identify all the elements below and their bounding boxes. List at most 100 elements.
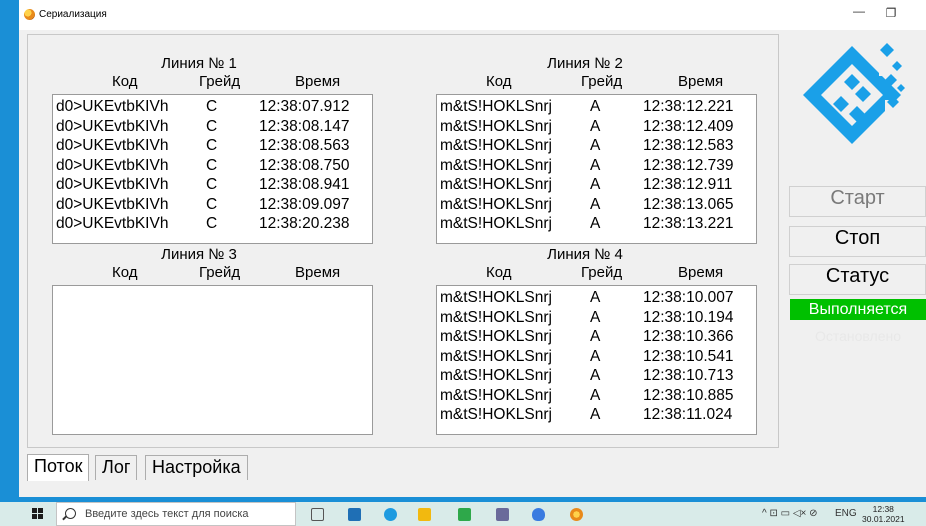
row-time: 12:38:08.147 (259, 117, 350, 135)
row-grade: C (206, 137, 218, 154)
line2-title: Линия № 2 (547, 55, 623, 72)
list-item[interactable]: m&tS!HOKLSnrj A 12:38:12.409 (437, 118, 756, 138)
tray-icons[interactable]: ^ ⊡ ▭ ◁× ⊘ (762, 508, 818, 519)
row-code: d0>UKEvtbKIVh (56, 195, 169, 213)
row-code: m&tS!HOKLSnrj (440, 117, 552, 135)
list-item[interactable]: m&tS!HOKLSnrj A 12:38:12.221 (437, 98, 756, 118)
row-time: 12:38:07.912 (259, 98, 350, 115)
list-item[interactable]: m&tS!HOKLSnrj A 12:38:12.911 (437, 176, 756, 196)
taskbar-clock[interactable]: 12:38 30.01.2021 (862, 504, 905, 524)
app-window: Сериализация — ❐ Линия № 1 Код Грейд Вре… (19, 0, 926, 497)
row-grade: A (590, 328, 601, 345)
qt-creator-icon[interactable] (458, 508, 471, 521)
list-item[interactable]: d0>UKEvtbKIVh C 12:38:08.563 (53, 137, 372, 157)
row-grade: A (590, 156, 601, 174)
windows-start-icon[interactable] (32, 508, 44, 520)
task-view-icon[interactable] (311, 508, 324, 521)
window-title: Сериализация (39, 9, 107, 20)
serialization-app-icon[interactable] (570, 508, 583, 521)
list-item[interactable]: m&tS!HOKLSnrj A 12:38:12.583 (437, 137, 756, 157)
row-grade: A (590, 386, 601, 404)
list-item[interactable]: m&tS!HOKLSnrj A 12:38:10.366 (437, 328, 756, 348)
row-code: m&tS!HOKLSnrj (440, 176, 552, 193)
list-item[interactable]: m&tS!HOKLSnrj A 12:38:10.885 (437, 387, 756, 407)
list-item[interactable]: m&tS!HOKLSnrj A 12:38:10.194 (437, 309, 756, 329)
tab-stream[interactable]: Поток (27, 454, 90, 481)
list-item[interactable]: m&tS!HOKLSnrj A 12:38:10.007 (437, 289, 756, 309)
row-grade: C (206, 117, 218, 135)
list-item[interactable]: d0>UKEvtbKIVh C 12:38:20.238 (53, 215, 372, 235)
tab-settings[interactable]: Настройка (145, 455, 248, 480)
row-time: 12:38:08.941 (259, 176, 350, 193)
line1-col-time: Время (295, 73, 341, 90)
row-grade: C (206, 156, 218, 174)
row-time: 12:38:12.739 (643, 156, 734, 174)
row-grade: C (206, 98, 218, 115)
line1-col-code: Код (112, 73, 138, 90)
row-time: 12:38:11.024 (643, 406, 733, 423)
list-item[interactable]: m&tS!HOKLSnrj A 12:38:10.541 (437, 348, 756, 368)
line4-col-code: Код (486, 264, 512, 281)
row-code: d0>UKEvtbKIVh (56, 117, 169, 135)
list-item[interactable]: d0>UKEvtbKIVh C 12:38:08.750 (53, 157, 372, 177)
language-indicator[interactable]: ENG (835, 508, 857, 519)
list-item[interactable]: m&tS!HOKLSnrj A 12:38:12.739 (437, 157, 756, 177)
list-item[interactable]: d0>UKEvtbKIVh C 12:38:08.941 (53, 176, 372, 196)
line2-list[interactable]: m&tS!HOKLSnrj A 12:38:12.221 m&tS!HOKLSnrj A… (436, 94, 757, 244)
row-grade: C (206, 215, 218, 232)
clock-time: 12:38 (872, 504, 894, 514)
list-item[interactable]: d0>UKEvtbKIVh C 12:38:08.147 (53, 118, 372, 138)
row-code: d0>UKEvtbKIVh (56, 215, 169, 232)
minimize-button[interactable]: — (849, 4, 869, 18)
row-time: 12:38:10.713 (643, 367, 734, 384)
company-logo (803, 43, 905, 144)
row-grade: A (590, 406, 601, 423)
mail-icon[interactable] (348, 508, 361, 521)
search-icon (65, 508, 76, 519)
status-button[interactable]: Статус (789, 264, 926, 295)
list-item[interactable]: m&tS!HOKLSnrj A 12:38:10.713 (437, 367, 756, 387)
row-code: m&tS!HOKLSnrj (440, 137, 552, 154)
file-explorer-icon[interactable] (418, 508, 431, 521)
app-icon-drop[interactable] (532, 508, 545, 521)
stream-panel: Линия № 1 Код Грейд Время d0>UKEvtbKIVh C… (27, 34, 779, 448)
line1-col-grade: Грейд (199, 73, 241, 90)
maximize-button[interactable]: ❐ (881, 6, 901, 20)
row-time: 12:38:12.409 (643, 117, 734, 135)
row-time: 12:38:20.238 (259, 215, 350, 232)
row-code: d0>UKEvtbKIVh (56, 98, 169, 115)
row-grade: A (590, 308, 601, 326)
row-code: m&tS!HOKLSnrj (440, 367, 552, 384)
row-time: 12:38:12.583 (643, 137, 734, 154)
taskbar-search-input[interactable]: Введите здесь текст для поиска (56, 502, 296, 526)
row-time: 12:38:13.065 (643, 195, 734, 213)
line3-list[interactable] (52, 285, 373, 435)
line4-col-grade: Грейд (581, 264, 623, 281)
row-code: d0>UKEvtbKIVh (56, 137, 169, 154)
row-code: m&tS!HOKLSnrj (440, 347, 552, 365)
taskbar: Введите здесь текст для поиска ^ ⊡ ▭ ◁× … (0, 502, 926, 526)
row-code: m&tS!HOKLSnrj (440, 215, 552, 232)
tab-log[interactable]: Лог (95, 455, 138, 480)
list-item[interactable]: d0>UKEvtbKIVh C 12:38:07.912 (53, 98, 372, 118)
search-placeholder: Введите здесь текст для поиска (85, 508, 249, 520)
title-bar[interactable]: Сериализация — ❐ (19, 0, 926, 30)
start-button[interactable]: Старт (789, 186, 926, 217)
list-item[interactable]: m&tS!HOKLSnrj A 12:38:11.024 (437, 406, 756, 426)
list-item[interactable]: m&tS!HOKLSnrj A 12:38:13.221 (437, 215, 756, 235)
app-icon-gear[interactable] (496, 508, 509, 521)
row-grade: A (590, 215, 601, 232)
row-grade: A (590, 98, 601, 115)
list-item[interactable]: m&tS!HOKLSnrj A 12:38:13.065 (437, 196, 756, 216)
row-time: 12:38:10.541 (643, 347, 734, 365)
list-item[interactable]: d0>UKEvtbKIVh C 12:38:09.097 (53, 196, 372, 216)
row-time: 12:38:10.885 (643, 386, 734, 404)
row-grade: A (590, 347, 601, 365)
row-code: m&tS!HOKLSnrj (440, 98, 552, 115)
row-code: m&tS!HOKLSnrj (440, 328, 552, 345)
line3-title: Линия № 3 (161, 246, 237, 263)
line4-list[interactable]: m&tS!HOKLSnrj A 12:38:10.007 m&tS!HOKLSnrj A… (436, 285, 757, 435)
line1-list[interactable]: d0>UKEvtbKIVh C 12:38:07.912 d0>UKEvtbKIVh C… (52, 94, 373, 244)
edge-browser-icon[interactable] (384, 508, 397, 521)
stop-button[interactable]: Стоп (789, 226, 926, 257)
